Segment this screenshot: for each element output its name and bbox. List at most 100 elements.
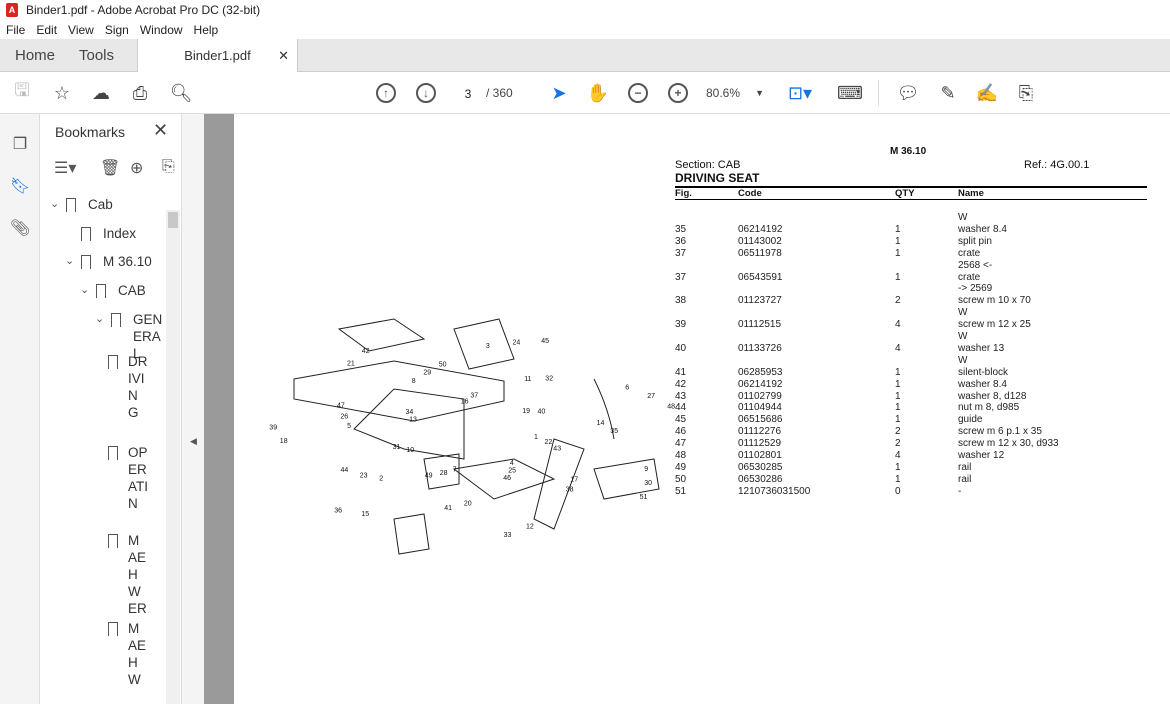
close-tab-icon[interactable]: ✕ xyxy=(278,39,289,72)
table-row: 42 06214192 1 washer 8.4 xyxy=(675,379,1170,391)
tab-tools[interactable]: Tools xyxy=(79,39,114,72)
callout-label: 43 xyxy=(553,445,561,452)
next-page-button[interactable]: ↓ xyxy=(414,82,438,104)
callout-label: 6 xyxy=(625,385,629,392)
cell-code: 01123727 xyxy=(738,295,782,307)
table-row: 46 01112276 2 screw m 6 p.1 x 35 xyxy=(675,426,1170,438)
callout-label: 9 xyxy=(644,466,648,473)
chevron-down-icon[interactable]: ⌄ xyxy=(65,253,74,270)
bookmarks-title: Bookmarks xyxy=(55,124,126,140)
stamp-icon[interactable]: ⎘ xyxy=(1014,82,1038,104)
callout-label: 50 xyxy=(439,361,447,368)
keyboard-scroll-icon[interactable]: ⌨ xyxy=(837,82,863,104)
menu-view[interactable]: View xyxy=(68,23,94,37)
table-row: 43 01102799 1 washer 8, d128 xyxy=(675,391,1170,403)
bookmark-star-icon[interactable]: ☆ xyxy=(50,82,74,104)
cell-code: 06530286 xyxy=(738,473,783,485)
col-code: Code xyxy=(738,188,762,199)
zoom-out-button[interactable]: − xyxy=(626,82,650,104)
cell-qty: 1 xyxy=(895,378,901,390)
callout-label: 41 xyxy=(444,505,452,512)
menu-window[interactable]: Window xyxy=(140,23,183,37)
attachments-icon[interactable]: 📎︎ xyxy=(10,218,30,238)
zoom-level-select[interactable]: 80.6% ▼ xyxy=(706,82,770,104)
cell-name: W xyxy=(958,331,968,342)
tab-document[interactable]: Binder1.pdf ✕ xyxy=(137,39,298,73)
collapse-arrow-icon[interactable]: ◀ xyxy=(190,436,197,447)
callout-label: 13 xyxy=(409,416,417,423)
divider xyxy=(878,80,879,106)
cell-qty: 2 xyxy=(895,426,901,438)
page-number-input[interactable]: 3 xyxy=(454,83,482,103)
select-cursor-icon[interactable]: ➤ xyxy=(547,82,571,104)
callout-label: 15 xyxy=(361,511,369,518)
zoom-in-button[interactable]: + xyxy=(666,82,690,104)
bookmark-icon xyxy=(111,313,121,327)
bookmark-item[interactable]: OPERATIN xyxy=(108,444,166,534)
delete-icon[interactable]: 🗑︎ xyxy=(100,158,120,178)
cell-fig: 49 xyxy=(675,461,687,473)
bookmark-icon xyxy=(108,446,118,460)
close-icon[interactable]: ✕ xyxy=(153,120,168,141)
bookmark-item[interactable]: DRIVING xyxy=(108,353,166,443)
hand-tool-icon[interactable]: ✋ xyxy=(586,82,610,104)
previous-page-button[interactable]: ↑ xyxy=(374,82,398,104)
chevron-down-icon[interactable]: ⌄ xyxy=(80,282,89,299)
tab-home[interactable]: Home xyxy=(15,39,55,72)
highlight-pen-icon[interactable]: ✎ xyxy=(936,82,960,104)
menu-sign[interactable]: Sign xyxy=(105,23,129,37)
table-row: 37 06543591 1 crate xyxy=(675,272,1170,284)
bookmarks-scrollbar[interactable] xyxy=(166,210,180,704)
cell-qty: 4 xyxy=(895,450,901,461)
cell-code: 01104944 xyxy=(738,402,782,414)
col-fig: Fig. xyxy=(675,188,692,199)
callout-label: 32 xyxy=(545,376,553,383)
callout-label: 51 xyxy=(640,494,648,501)
menu-file[interactable]: File xyxy=(6,23,25,37)
fit-page-icon[interactable]: ⊡▾ xyxy=(788,82,812,104)
cell-fig: 51 xyxy=(675,485,687,497)
menu-help[interactable]: Help xyxy=(194,23,219,37)
bookmark-label: Cab xyxy=(88,197,113,212)
table-row: -> 2569 xyxy=(675,283,1170,295)
comment-icon[interactable]: 💬︎ xyxy=(896,82,920,104)
bookmark-item[interactable]: MAEHW xyxy=(108,620,166,704)
callout-label: 36 xyxy=(334,507,342,514)
panel-collapse-strip[interactable]: ◀ xyxy=(182,114,204,704)
cell-fig: 40 xyxy=(675,342,687,354)
print-icon[interactable]: ⎙ xyxy=(128,82,152,104)
table-row: W xyxy=(675,212,1170,224)
menu-edit[interactable]: Edit xyxy=(36,23,57,37)
table-row: 38 01123727 2 screw m 10 x 70 xyxy=(675,295,1170,307)
table-row: 49 06530285 1 rail xyxy=(675,462,1170,474)
cell-qty: 1 xyxy=(895,235,901,247)
new-bookmark-icon[interactable]: ⊕ xyxy=(130,158,143,178)
col-name: Name xyxy=(958,188,984,199)
chevron-down-icon[interactable]: ⌄ xyxy=(95,311,104,328)
draw-icon[interactable]: ✍ xyxy=(975,82,999,104)
bookmark-icon xyxy=(108,534,118,548)
cell-fig: 35 xyxy=(675,223,687,235)
page-thumbnails-icon[interactable]: ❐ xyxy=(10,134,30,154)
bookmark-item[interactable]: MAEHWER xyxy=(108,532,166,622)
cell-code: 06530285 xyxy=(738,461,783,473)
pdf-page: M 36.10 Section: CAB Ref.: 4G.00.1 DRIVI… xyxy=(234,114,1170,704)
menu-bar: File Edit View Sign Window Help xyxy=(0,20,1170,40)
bookmarks-icon[interactable]: 🔖︎ xyxy=(10,176,30,196)
chevron-down-icon[interactable]: ⌄ xyxy=(50,196,59,213)
cell-fig: 38 xyxy=(675,295,687,307)
options-menu-icon[interactable]: ☰▾ xyxy=(54,158,76,178)
cell-code: 01112515 xyxy=(738,319,782,331)
upload-cloud-icon[interactable]: ☁ xyxy=(89,82,113,104)
callout-label: 1 xyxy=(534,434,538,441)
save-icon[interactable]: 🖫 xyxy=(10,80,34,104)
scrollbar-thumb[interactable] xyxy=(168,212,178,228)
table-row: W xyxy=(675,355,1170,367)
bookmark-properties-icon[interactable]: ⎘ xyxy=(162,158,175,176)
search-icon[interactable]: 🔍︎ xyxy=(169,82,193,104)
table-row: 41 06285953 1 silent-block xyxy=(675,367,1170,379)
callout-label: 34 xyxy=(406,409,414,416)
cell-qty: 1 xyxy=(895,473,901,485)
cell-code: 06214192 xyxy=(738,223,783,235)
bookmark-icon xyxy=(81,255,91,269)
